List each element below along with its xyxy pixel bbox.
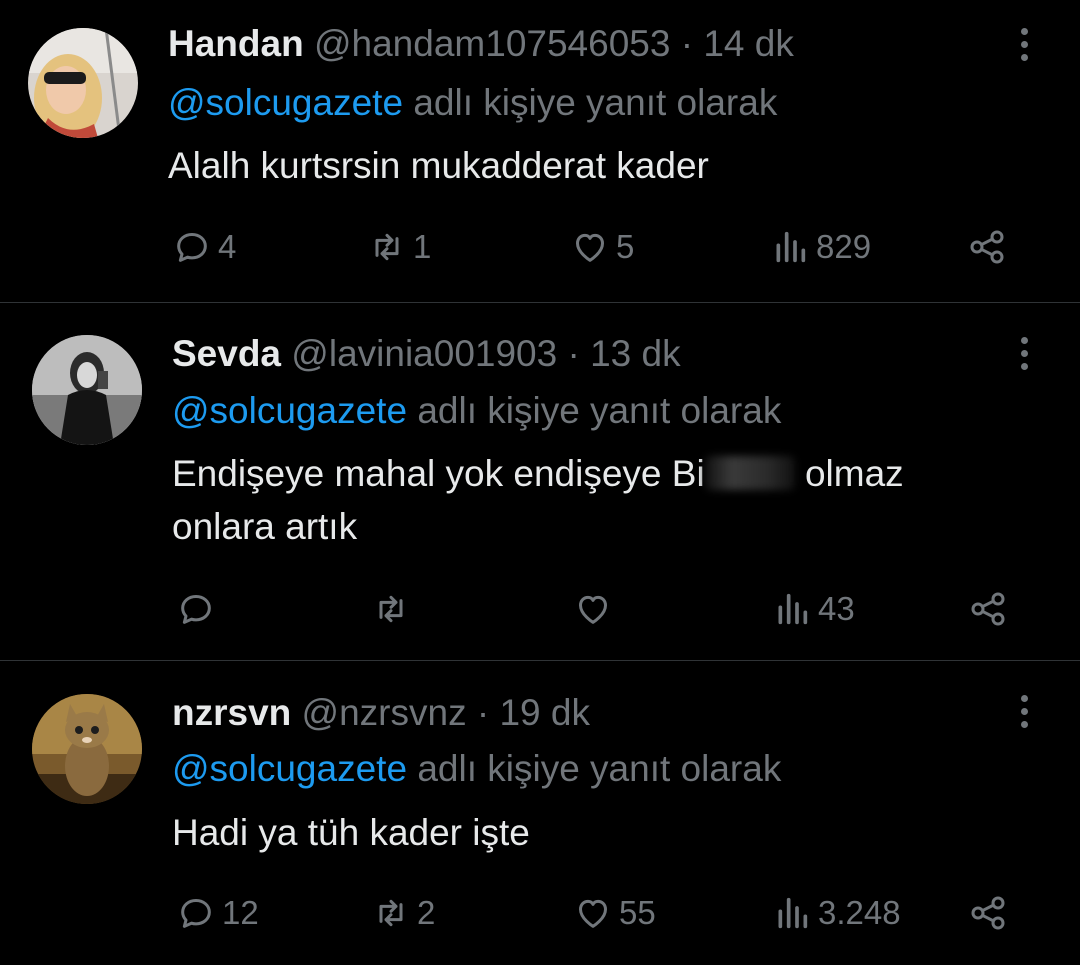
share-icon [970,230,1004,264]
share-icon [971,592,1005,626]
reply-icon [181,595,211,624]
views-button[interactable]: 43 [772,587,855,631]
like-count: 55 [619,894,656,931]
display-name[interactable]: Sevda [172,333,281,374]
retweet-icon [379,899,403,927]
user-handle[interactable]: @lavinia001903 [291,333,557,374]
tweet-text-content: Hadi ya tüh kader işte [172,812,530,853]
user-handle[interactable]: @nzrsvnz [302,692,467,733]
reply-mention-link[interactable]: @solcugazete [172,390,407,431]
reply-context: @solcugazete adlı kişiye yanıt olarak [172,747,781,791]
avatar-image [32,694,142,804]
like-button[interactable]: 5 [570,225,634,269]
timestamp[interactable]: 14 dk [703,23,794,64]
views-count: 829 [816,228,872,265]
retweet-icon [375,233,399,261]
tweet-text: Endişeye mahal yok endişeye Bi olmaz onl… [172,447,1012,553]
tweet-text: Hadi ya tüh kader işte [172,806,1012,859]
reply-icon [181,899,211,928]
share-button[interactable] [968,891,1008,935]
reply-mention-link[interactable]: @solcugazete [168,82,403,123]
reply-button[interactable] [176,587,222,631]
like-button[interactable]: 55 [573,891,656,935]
share-button[interactable] [968,587,1008,631]
reply-button[interactable]: 4 [172,225,236,269]
display-name[interactable]: nzrsvn [172,692,291,733]
share-button[interactable] [967,225,1007,269]
heart-icon [579,595,607,624]
avatar[interactable] [32,335,142,445]
tweet-text-content: Endişeye mahal yok endişeye Bi [172,453,705,494]
reply-context: @solcugazete adlı kişiye yanıt olarak [172,389,781,433]
retweet-icon [379,595,403,623]
retweet-button[interactable]: 1 [367,225,431,269]
tweet[interactable]: Sevda @lavinia001903 · 13 dk @solcugazet… [0,303,1080,660]
avatar[interactable] [32,694,142,804]
avatar-image [28,28,138,138]
views-count: 3.248 [818,894,901,931]
user-handle[interactable]: @handam107546053 [314,23,670,64]
views-icon [776,231,806,263]
reply-context: @solcugazete adlı kişiye yanıt olarak [168,81,777,125]
reply-icon [177,233,207,262]
retweet-count: 1 [413,228,432,265]
views-button[interactable]: 829 [770,225,871,269]
timestamp[interactable]: 13 dk [590,333,681,374]
reply-button[interactable]: 12 [176,891,259,935]
reply-count: 12 [222,894,259,931]
like-count: 5 [616,228,635,265]
tweet-text-content: Alalh kurtsrsin mukadderat kader [168,145,709,186]
reply-context-text: adlı kişiye yanıt olarak [417,748,782,789]
heart-icon [576,233,604,262]
tweet[interactable]: nzrsvn @nzrsvnz · 19 dk @solcugazete adl… [0,661,1080,965]
reply-mention-link[interactable]: @solcugazete [172,748,407,789]
views-icon [778,593,808,625]
separator-dot: · [476,692,490,733]
retweet-button[interactable] [371,587,417,631]
separator-dot: · [567,333,580,374]
views-button[interactable]: 3.248 [772,891,901,935]
heart-icon [579,899,607,928]
avatar[interactable] [28,28,138,138]
like-button[interactable] [573,587,619,631]
timestamp[interactable]: 19 dk [499,692,590,733]
separator-dot: · [680,23,694,64]
tweet-text: Alalh kurtsrsin mukadderat kader [168,139,1008,192]
more-vertical-icon[interactable] [1014,689,1034,733]
tweet[interactable]: Handan @handam107546053 · 14 dk @solcuga… [0,0,1080,302]
more-vertical-icon[interactable] [1014,22,1034,66]
retweet-button[interactable]: 2 [371,891,435,935]
retweet-count: 2 [417,894,436,931]
reply-context-text: adlı kişiye yanıt olarak [413,82,778,123]
views-icon [778,897,808,929]
reply-context-text: adlı kişiye yanıt olarak [417,390,782,431]
views-count: 43 [818,590,855,627]
blurred-text-redaction [704,456,795,490]
reply-count: 4 [218,228,237,265]
more-vertical-icon[interactable] [1014,331,1034,375]
avatar-image [32,335,142,445]
share-icon [971,896,1005,930]
display-name[interactable]: Handan [168,23,304,64]
